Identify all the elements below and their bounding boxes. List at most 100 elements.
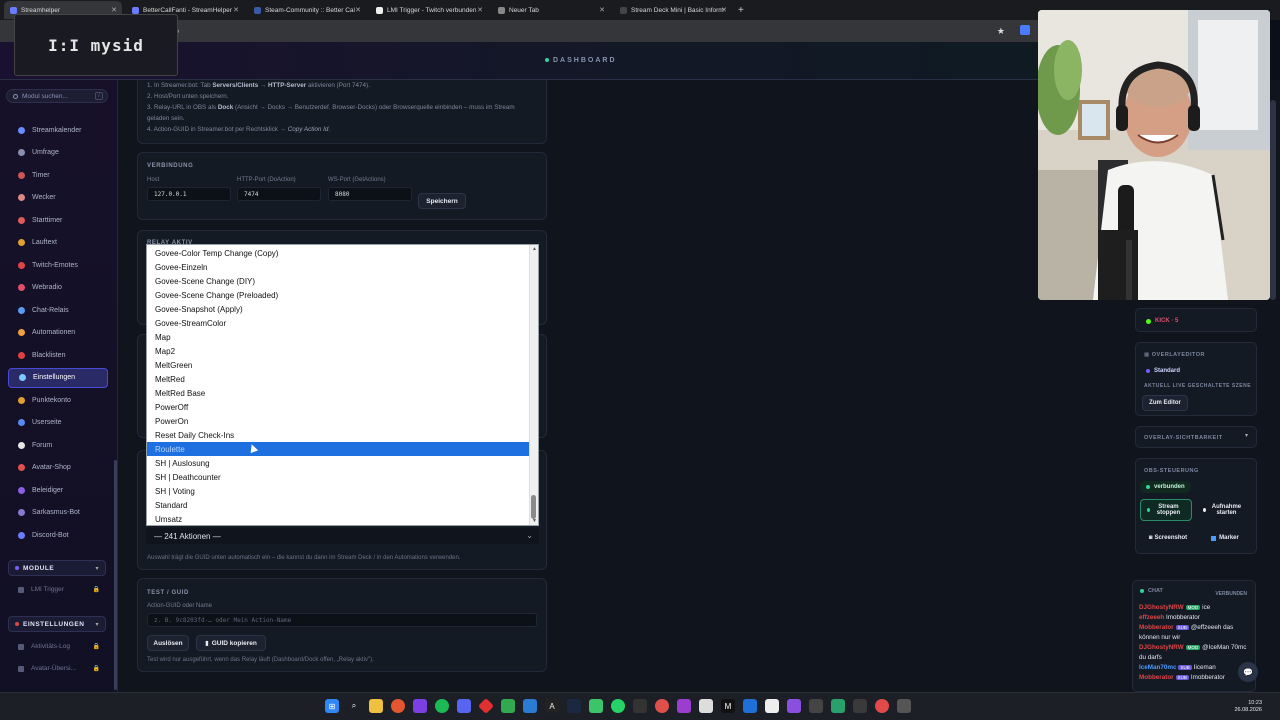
sidebar-scrollbar[interactable] [114, 460, 117, 690]
app-icon[interactable] [787, 699, 801, 713]
close-icon[interactable]: ✕ [233, 6, 239, 14]
search-icon[interactable]: ⌕ [347, 699, 361, 713]
bookmark-star-icon[interactable]: ★ [997, 26, 1005, 37]
sidebar-item-starttimer[interactable]: Starttimer [8, 210, 108, 230]
to-editor-button[interactable]: Zum Editor [1142, 395, 1188, 411]
copy-guid-button[interactable]: ▮ GUID kopieren [196, 635, 266, 651]
steam-icon[interactable] [567, 699, 581, 713]
sidebar-item-discord-bot[interactable]: Discord-Bot [8, 525, 108, 545]
dropdown-option[interactable]: MeltGreen [147, 358, 530, 372]
close-icon[interactable]: ✕ [477, 6, 483, 14]
dropdown-option[interactable]: Reset Daily Check-Ins [147, 428, 530, 442]
app-icon[interactable]: A [545, 699, 559, 713]
sidebar-item-wecker[interactable]: Wecker [8, 188, 108, 208]
dropdown-option[interactable]: Govee-Color Temp Change (Copy) [147, 246, 530, 260]
sidebar-item-chat-relais[interactable]: Chat-Relais [8, 300, 108, 320]
search-input[interactable]: Modul suchen... / [6, 89, 108, 103]
sidebar-item-automationen[interactable]: Automationen [8, 323, 108, 343]
overlay-standard-badge[interactable]: Standard [1140, 365, 1186, 377]
extension-icon[interactable] [1020, 25, 1030, 35]
dropdown-scrollbar[interactable]: ▲ ▼ [529, 245, 538, 525]
save-button[interactable]: Speichern [418, 193, 466, 209]
host-input[interactable]: 127.0.0.1 [147, 187, 231, 201]
sidebar-item-timer[interactable]: Timer [8, 165, 108, 185]
sidebar-item-punktekonto[interactable]: Punktekonto [8, 390, 108, 410]
marker-button[interactable]: Marker [1198, 529, 1252, 547]
sidebar-item-avatar-overview[interactable]: Avatar-Übersi... 🔒 [18, 665, 100, 672]
guid-input[interactable]: z. B. 9c8203fd-… oder Mein Action-Name [147, 613, 537, 627]
dropdown-option[interactable]: Umsatz [147, 512, 530, 526]
new-tab-button[interactable]: + [738, 5, 744, 16]
dropdown-option[interactable]: Map [147, 330, 530, 344]
dropdown-option[interactable]: MeltRed Base [147, 386, 530, 400]
dropdown-option[interactable]: Map2 [147, 344, 530, 358]
close-icon[interactable]: ✕ [111, 6, 117, 14]
scroll-up-icon[interactable]: ▲ [532, 246, 537, 252]
scroll-down-icon[interactable]: ▼ [532, 518, 537, 524]
browser-tab-5[interactable]: Stream Deck Mini | Basic Inform ✕ [614, 1, 732, 19]
app-icon[interactable] [743, 699, 757, 713]
dropdown-option[interactable]: MeltRed [147, 372, 530, 386]
chat-username[interactable]: DJGhostyNRW [1139, 604, 1184, 611]
close-icon[interactable]: ✕ [721, 6, 727, 14]
dropdown-option[interactable]: SH | Deathcounter [147, 470, 530, 484]
dropdown-option[interactable]: SH | Auslosung [147, 456, 530, 470]
dropdown-option[interactable]: Roulette [147, 442, 530, 456]
app-icon[interactable] [501, 699, 515, 713]
discord-icon[interactable] [457, 699, 471, 713]
page-scrollbar[interactable] [1270, 100, 1276, 300]
app-icon[interactable]: M [721, 699, 735, 713]
dropdown-option[interactable]: PowerOn [147, 414, 530, 428]
chat-username[interactable]: Mobberator [1139, 674, 1174, 681]
sidebar-item-userseite[interactable]: Userseite [8, 413, 108, 433]
spotify-icon[interactable] [435, 699, 449, 713]
chat-bubble-icon[interactable]: 💬 [1238, 662, 1258, 682]
close-icon[interactable]: ✕ [599, 6, 605, 14]
app-icon[interactable] [875, 699, 889, 713]
vscode-icon[interactable] [523, 699, 537, 713]
dropdown-option[interactable]: SH | Voting [147, 484, 530, 498]
system-clock[interactable]: 10:23 26.08.2026 [1234, 700, 1262, 714]
sidebar-item-einstellungen[interactable]: Einstellungen [8, 367, 108, 388]
action-select[interactable]: — 241 Aktionen — ⌄ [146, 528, 539, 544]
app-icon[interactable] [853, 699, 867, 713]
app-icon[interactable] [478, 698, 494, 714]
dropdown-option[interactable]: Govee-StreamColor [147, 316, 530, 330]
sidebar-item-activity-log[interactable]: Aktivitäts-Log 🔒 [18, 643, 100, 650]
sidebar-item-webradio[interactable]: Webradio [8, 278, 108, 298]
sidebar-item-lauftext[interactable]: Lauftext [8, 233, 108, 253]
chat-username[interactable]: IceMan70mc [1139, 664, 1176, 671]
browser-tab-3[interactable]: LMI Trigger - Twitch verbunden ✕ [370, 1, 488, 19]
app-icon[interactable] [589, 699, 603, 713]
browser-tab-4[interactable]: Neuer Tab ✕ [492, 1, 610, 19]
sidebar-item-lmi-trigger[interactable]: LMI Trigger 🔒 [18, 586, 100, 593]
app-icon[interactable] [633, 699, 647, 713]
app-icon[interactable] [831, 699, 845, 713]
overlay-visibility-card[interactable]: OVERLAY-SICHTBARKEIT ▾ [1135, 426, 1257, 448]
sidebar-item-sarkasmus-bot[interactable]: Sarkasmus-Bot [8, 503, 108, 523]
action-dropdown-list[interactable]: Govee-Color Temp Change (Copy) Govee-Einz… [146, 244, 539, 526]
sidebar-item-twitch-emotes[interactable]: Twitch-Emotes [8, 255, 108, 275]
app-icon[interactable] [677, 699, 691, 713]
whatsapp-icon[interactable] [611, 699, 625, 713]
sidebar-item-forum[interactable]: Forum [8, 435, 108, 455]
sidebar-item-blacklisten[interactable]: Blacklisten [8, 345, 108, 365]
app-icon[interactable] [655, 699, 669, 713]
stream-stop-button[interactable]: Stream stoppen [1140, 499, 1192, 521]
chat-username[interactable]: effzeeeh [1139, 614, 1164, 621]
dropdown-option[interactable]: Govee-Scene Change (Preloaded) [147, 288, 530, 302]
app-icon[interactable] [765, 699, 779, 713]
dropdown-option[interactable]: Govee-Scene Change (DIY) [147, 274, 530, 288]
dropdown-option[interactable]: Standard [147, 498, 530, 512]
sidebar-item-streamkalender[interactable]: Streamkalender [8, 120, 108, 140]
ws-port-input[interactable]: 8080 [328, 187, 412, 201]
dropdown-option[interactable]: PowerOff [147, 400, 530, 414]
app-icon[interactable] [897, 699, 911, 713]
screenshot-button[interactable]: ◙ Screenshot [1140, 529, 1196, 547]
app-icon[interactable] [699, 699, 713, 713]
browser-tab-2[interactable]: Steam-Community :: Better Cal ✕ [248, 1, 366, 19]
app-icon[interactable] [809, 699, 823, 713]
http-port-input[interactable]: 7474 [237, 187, 321, 201]
sidebar-item-umfrage[interactable]: Umfrage [8, 143, 108, 163]
chat-username[interactable]: Mobberator [1139, 624, 1174, 631]
